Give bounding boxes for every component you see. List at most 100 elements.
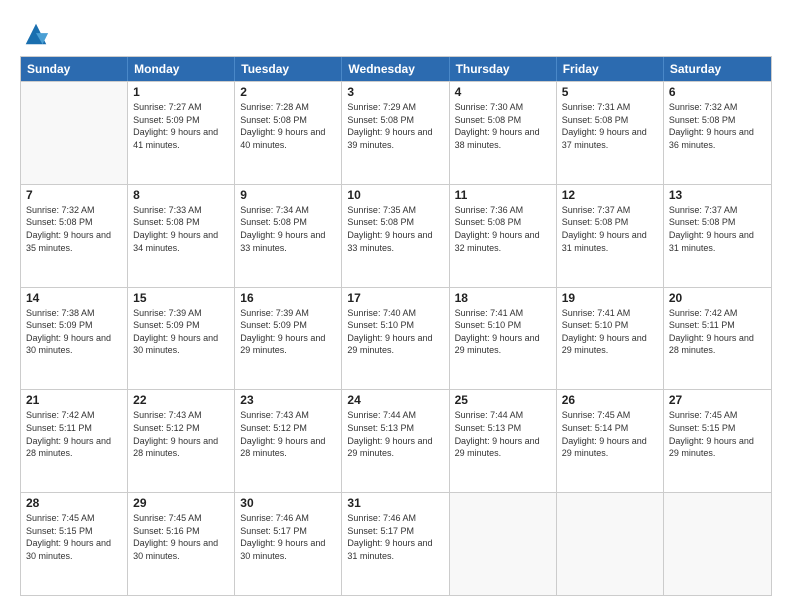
day-number: 28 xyxy=(26,496,122,510)
day-info: Sunrise: 7:32 AM Sunset: 5:08 PM Dayligh… xyxy=(26,204,122,254)
day-number: 2 xyxy=(240,85,336,99)
weekday-header-monday: Monday xyxy=(128,57,235,81)
day-cell-24: 24 Sunrise: 7:44 AM Sunset: 5:13 PM Dayli… xyxy=(342,390,449,492)
day-cell-7: 7 Sunrise: 7:32 AM Sunset: 5:08 PM Daylig… xyxy=(21,185,128,287)
weekday-header-sunday: Sunday xyxy=(21,57,128,81)
day-info: Sunrise: 7:45 AM Sunset: 5:15 PM Dayligh… xyxy=(669,409,766,459)
day-cell-14: 14 Sunrise: 7:38 AM Sunset: 5:09 PM Dayli… xyxy=(21,288,128,390)
day-number: 22 xyxy=(133,393,229,407)
day-number: 24 xyxy=(347,393,443,407)
day-info: Sunrise: 7:42 AM Sunset: 5:11 PM Dayligh… xyxy=(26,409,122,459)
day-number: 12 xyxy=(562,188,658,202)
day-cell-31: 31Sunrise: 7:46 AM Sunset: 5:17 PM Dayli… xyxy=(342,493,449,595)
day-cell-12: 12 Sunrise: 7:37 AM Sunset: 5:08 PM Dayli… xyxy=(557,185,664,287)
day-info: Sunrise: 7:39 AM Sunset: 5:09 PM Dayligh… xyxy=(240,307,336,357)
day-cell-1: 1 Sunrise: 7:27 AM Sunset: 5:09 PM Daylig… xyxy=(128,82,235,184)
day-cell-13: 13Sunrise: 7:37 AM Sunset: 5:08 PM Dayli… xyxy=(664,185,771,287)
day-number: 21 xyxy=(26,393,122,407)
day-number: 29 xyxy=(133,496,229,510)
day-info: Sunrise: 7:35 AM Sunset: 5:08 PM Dayligh… xyxy=(347,204,443,254)
calendar-body: 1 Sunrise: 7:27 AM Sunset: 5:09 PM Daylig… xyxy=(21,81,771,595)
empty-cell xyxy=(557,493,664,595)
day-info: Sunrise: 7:42 AM Sunset: 5:11 PM Dayligh… xyxy=(669,307,766,357)
day-info: Sunrise: 7:34 AM Sunset: 5:08 PM Dayligh… xyxy=(240,204,336,254)
day-info: Sunrise: 7:33 AM Sunset: 5:08 PM Dayligh… xyxy=(133,204,229,254)
day-info: Sunrise: 7:28 AM Sunset: 5:08 PM Dayligh… xyxy=(240,101,336,151)
weekday-header-friday: Friday xyxy=(557,57,664,81)
weekday-header-wednesday: Wednesday xyxy=(342,57,449,81)
day-number: 8 xyxy=(133,188,229,202)
day-cell-18: 18Sunrise: 7:41 AM Sunset: 5:10 PM Dayli… xyxy=(450,288,557,390)
day-number: 14 xyxy=(26,291,122,305)
day-cell-10: 10 Sunrise: 7:35 AM Sunset: 5:08 PM Dayli… xyxy=(342,185,449,287)
header xyxy=(20,16,772,48)
day-info: Sunrise: 7:44 AM Sunset: 5:13 PM Dayligh… xyxy=(455,409,551,459)
day-number: 10 xyxy=(347,188,443,202)
weekday-header-tuesday: Tuesday xyxy=(235,57,342,81)
day-cell-4: 4 Sunrise: 7:30 AM Sunset: 5:08 PM Daylig… xyxy=(450,82,557,184)
empty-cell xyxy=(450,493,557,595)
weekday-header-saturday: Saturday xyxy=(664,57,771,81)
day-number: 4 xyxy=(455,85,551,99)
day-number: 6 xyxy=(669,85,766,99)
day-info: Sunrise: 7:45 AM Sunset: 5:14 PM Dayligh… xyxy=(562,409,658,459)
day-cell-17: 17Sunrise: 7:40 AM Sunset: 5:10 PM Dayli… xyxy=(342,288,449,390)
calendar: SundayMondayTuesdayWednesdayThursdayFrid… xyxy=(20,56,772,596)
day-info: Sunrise: 7:45 AM Sunset: 5:15 PM Dayligh… xyxy=(26,512,122,562)
day-info: Sunrise: 7:30 AM Sunset: 5:08 PM Dayligh… xyxy=(455,101,551,151)
day-cell-21: 21 Sunrise: 7:42 AM Sunset: 5:11 PM Dayli… xyxy=(21,390,128,492)
day-number: 7 xyxy=(26,188,122,202)
day-info: Sunrise: 7:32 AM Sunset: 5:08 PM Dayligh… xyxy=(669,101,766,151)
day-number: 17 xyxy=(347,291,443,305)
day-number: 11 xyxy=(455,188,551,202)
empty-cell xyxy=(21,82,128,184)
day-number: 15 xyxy=(133,291,229,305)
day-info: Sunrise: 7:29 AM Sunset: 5:08 PM Dayligh… xyxy=(347,101,443,151)
day-info: Sunrise: 7:44 AM Sunset: 5:13 PM Dayligh… xyxy=(347,409,443,459)
day-number: 19 xyxy=(562,291,658,305)
day-cell-19: 19Sunrise: 7:41 AM Sunset: 5:10 PM Dayli… xyxy=(557,288,664,390)
calendar-row-4: 28 Sunrise: 7:45 AM Sunset: 5:15 PM Dayli… xyxy=(21,492,771,595)
day-cell-6: 6 Sunrise: 7:32 AM Sunset: 5:08 PM Daylig… xyxy=(664,82,771,184)
day-info: Sunrise: 7:27 AM Sunset: 5:09 PM Dayligh… xyxy=(133,101,229,151)
calendar-row-0: 1 Sunrise: 7:27 AM Sunset: 5:09 PM Daylig… xyxy=(21,81,771,184)
day-cell-23: 23 Sunrise: 7:43 AM Sunset: 5:12 PM Dayli… xyxy=(235,390,342,492)
day-cell-15: 15Sunrise: 7:39 AM Sunset: 5:09 PM Dayli… xyxy=(128,288,235,390)
page: SundayMondayTuesdayWednesdayThursdayFrid… xyxy=(0,0,792,612)
day-number: 1 xyxy=(133,85,229,99)
day-info: Sunrise: 7:45 AM Sunset: 5:16 PM Dayligh… xyxy=(133,512,229,562)
day-info: Sunrise: 7:43 AM Sunset: 5:12 PM Dayligh… xyxy=(133,409,229,459)
day-number: 3 xyxy=(347,85,443,99)
day-number: 23 xyxy=(240,393,336,407)
day-cell-2: 2 Sunrise: 7:28 AM Sunset: 5:08 PM Daylig… xyxy=(235,82,342,184)
day-cell-5: 5Sunrise: 7:31 AM Sunset: 5:08 PM Daylig… xyxy=(557,82,664,184)
day-info: Sunrise: 7:38 AM Sunset: 5:09 PM Dayligh… xyxy=(26,307,122,357)
day-cell-8: 8 Sunrise: 7:33 AM Sunset: 5:08 PM Daylig… xyxy=(128,185,235,287)
day-number: 16 xyxy=(240,291,336,305)
day-cell-30: 30 Sunrise: 7:46 AM Sunset: 5:17 PM Dayli… xyxy=(235,493,342,595)
day-cell-28: 28 Sunrise: 7:45 AM Sunset: 5:15 PM Dayli… xyxy=(21,493,128,595)
day-cell-25: 25 Sunrise: 7:44 AM Sunset: 5:13 PM Dayli… xyxy=(450,390,557,492)
day-info: Sunrise: 7:37 AM Sunset: 5:08 PM Dayligh… xyxy=(562,204,658,254)
day-number: 9 xyxy=(240,188,336,202)
day-cell-3: 3 Sunrise: 7:29 AM Sunset: 5:08 PM Daylig… xyxy=(342,82,449,184)
day-number: 30 xyxy=(240,496,336,510)
logo xyxy=(20,20,50,48)
calendar-header: SundayMondayTuesdayWednesdayThursdayFrid… xyxy=(21,57,771,81)
day-info: Sunrise: 7:46 AM Sunset: 5:17 PM Dayligh… xyxy=(240,512,336,562)
day-number: 26 xyxy=(562,393,658,407)
day-info: Sunrise: 7:36 AM Sunset: 5:08 PM Dayligh… xyxy=(455,204,551,254)
calendar-row-2: 14 Sunrise: 7:38 AM Sunset: 5:09 PM Dayli… xyxy=(21,287,771,390)
calendar-row-3: 21 Sunrise: 7:42 AM Sunset: 5:11 PM Dayli… xyxy=(21,389,771,492)
day-cell-20: 20 Sunrise: 7:42 AM Sunset: 5:11 PM Dayli… xyxy=(664,288,771,390)
day-cell-11: 11 Sunrise: 7:36 AM Sunset: 5:08 PM Dayli… xyxy=(450,185,557,287)
logo-icon xyxy=(22,20,50,48)
day-number: 20 xyxy=(669,291,766,305)
day-info: Sunrise: 7:43 AM Sunset: 5:12 PM Dayligh… xyxy=(240,409,336,459)
day-cell-9: 9 Sunrise: 7:34 AM Sunset: 5:08 PM Daylig… xyxy=(235,185,342,287)
day-info: Sunrise: 7:46 AM Sunset: 5:17 PM Dayligh… xyxy=(347,512,443,562)
day-number: 25 xyxy=(455,393,551,407)
day-cell-27: 27Sunrise: 7:45 AM Sunset: 5:15 PM Dayli… xyxy=(664,390,771,492)
day-info: Sunrise: 7:41 AM Sunset: 5:10 PM Dayligh… xyxy=(455,307,551,357)
weekday-header-thursday: Thursday xyxy=(450,57,557,81)
